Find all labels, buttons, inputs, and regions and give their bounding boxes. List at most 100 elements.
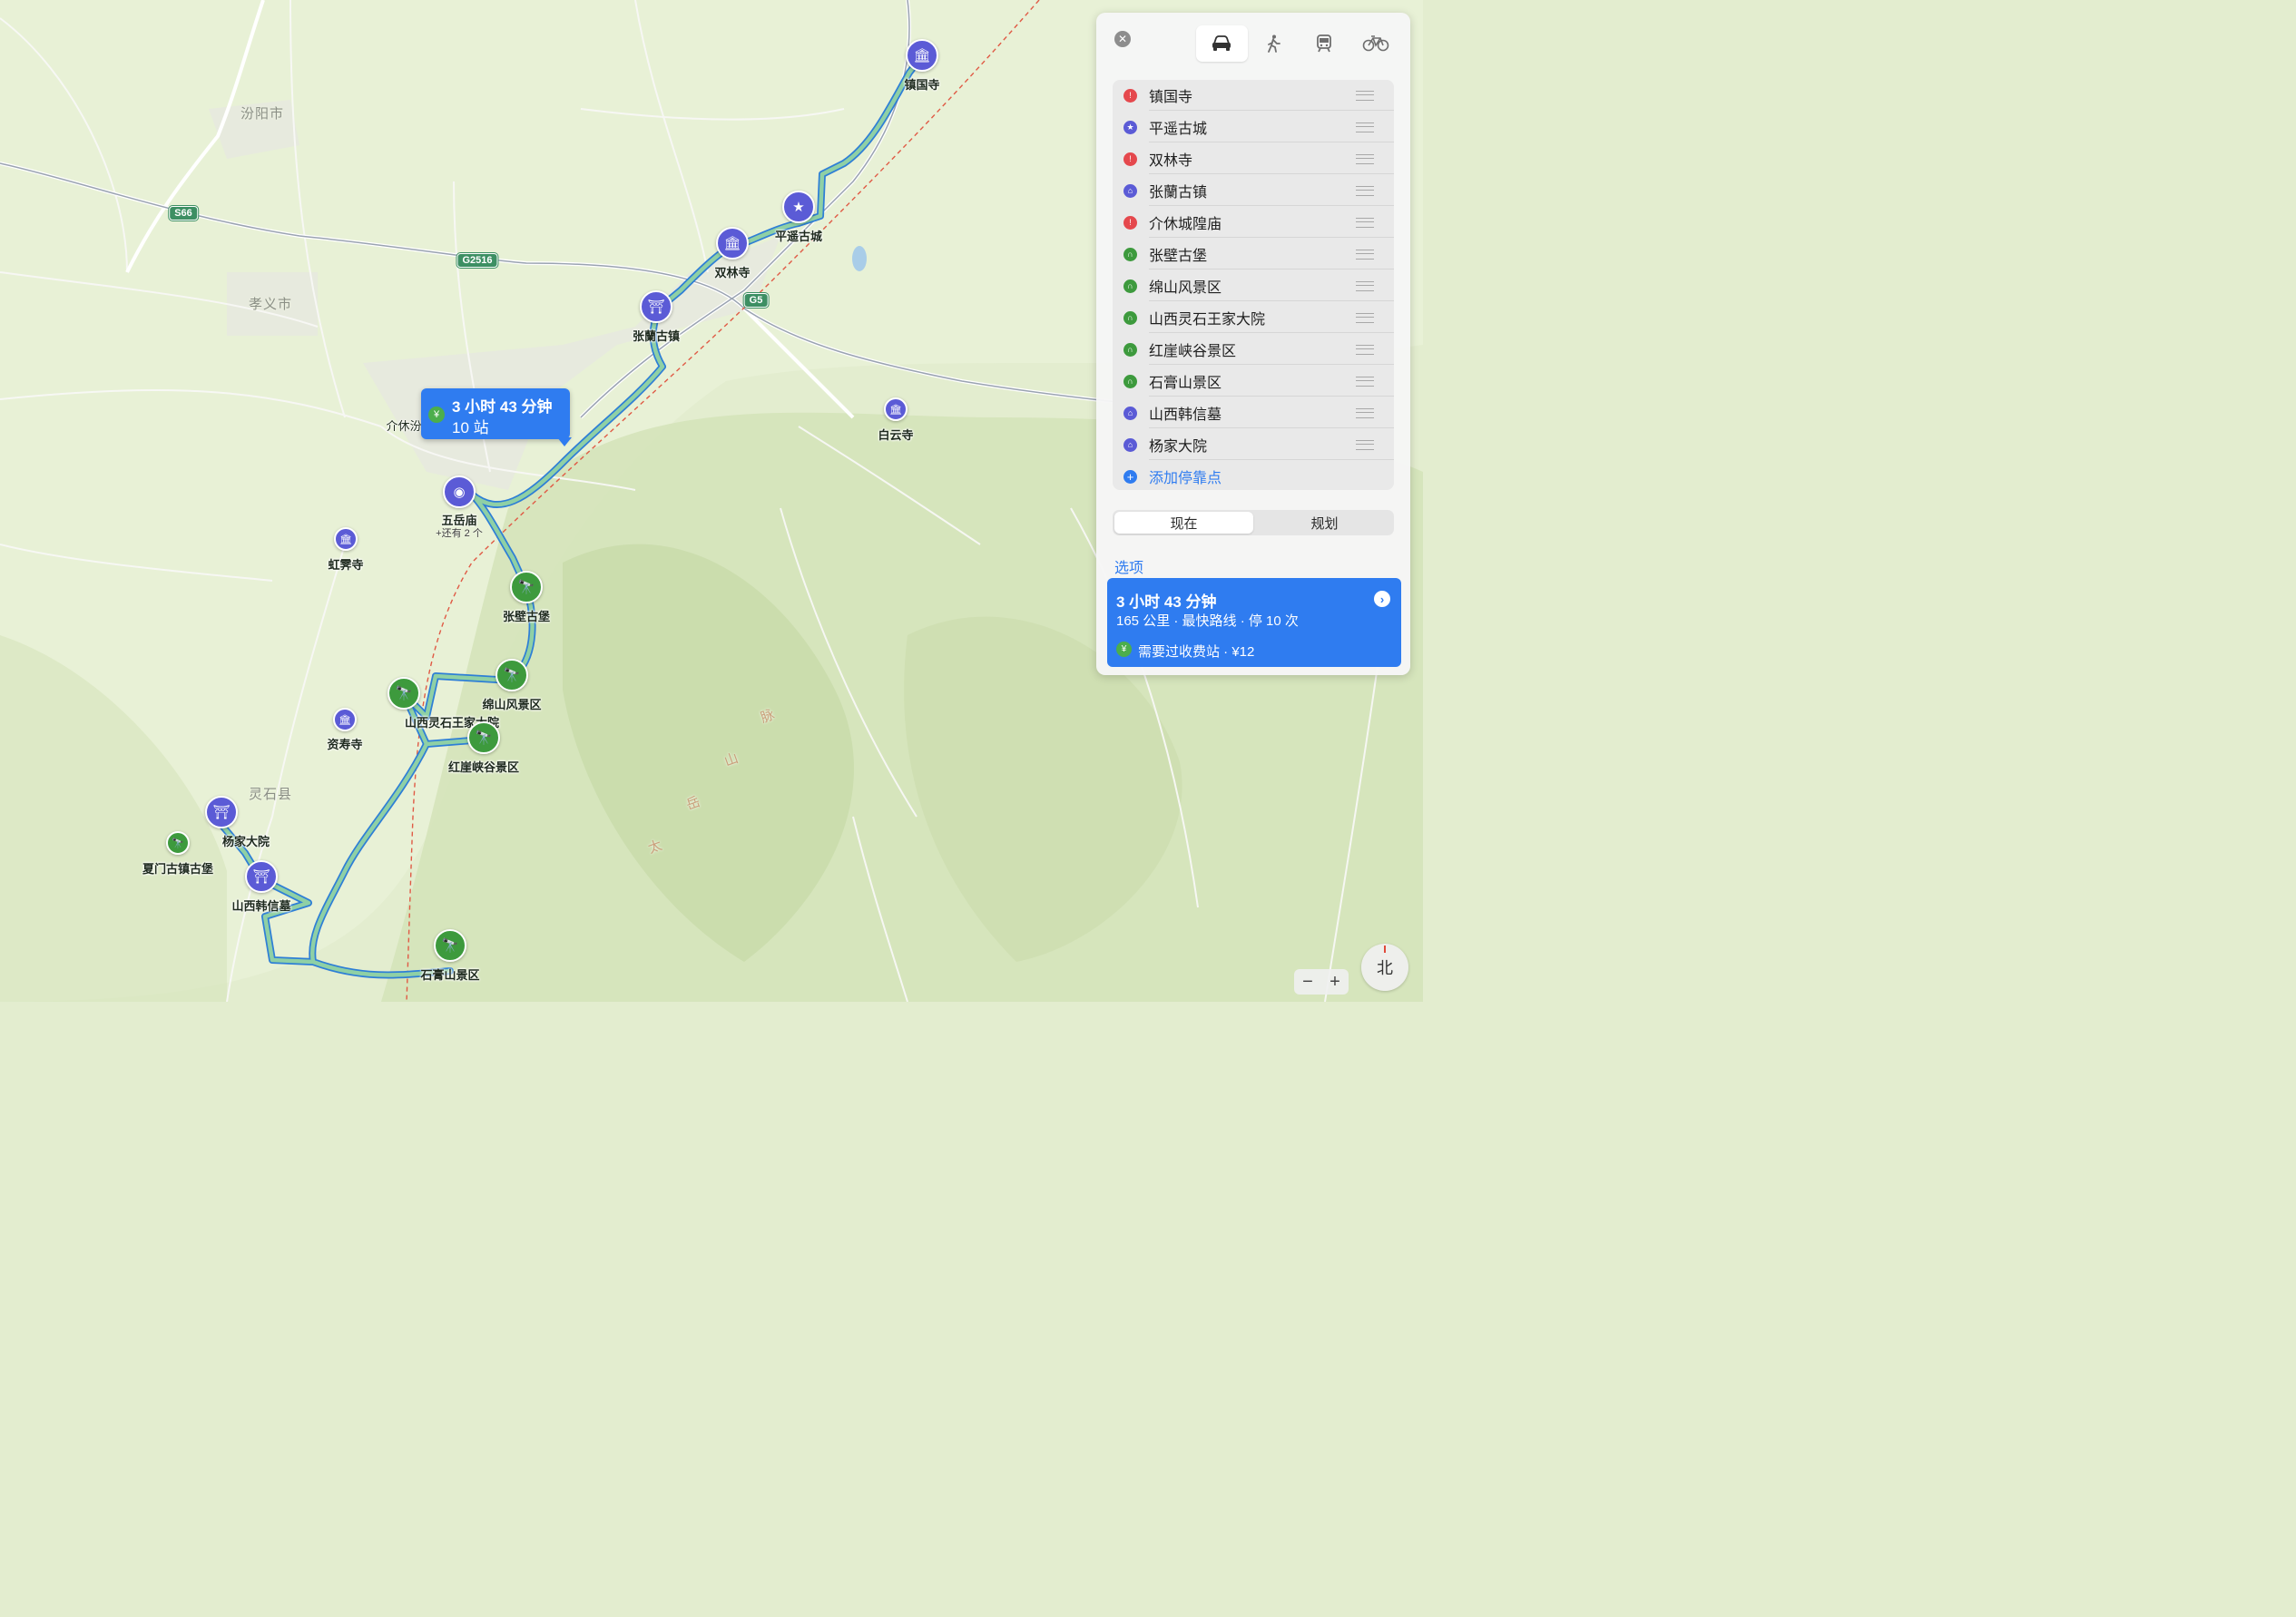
zoom-control: − + — [1294, 969, 1349, 995]
drag-handle-icon[interactable] — [1356, 153, 1374, 164]
chevron-right-icon[interactable]: › — [1374, 591, 1390, 607]
zoom-in-button[interactable]: + — [1321, 969, 1349, 995]
list-item[interactable]: ⌂ 张蘭古镇 — [1113, 175, 1394, 206]
pin-icon: ! — [1123, 152, 1137, 166]
place-label-hongya[interactable]: 红崖峡谷景区 — [448, 758, 519, 775]
list-item[interactable]: ∩ 石膏山景区 — [1113, 366, 1394, 397]
binoculars-icon: ∩ — [1123, 342, 1137, 357]
landmark-icon[interactable]: 🏛 — [884, 397, 908, 421]
stop-name: 张蘭古镇 — [1149, 185, 1208, 201]
stop-name: 介休城隍庙 — [1149, 217, 1222, 232]
tab-now[interactable]: 现在 — [1114, 512, 1253, 534]
bubble-tail — [557, 437, 572, 446]
list-item[interactable]: ! 双林寺 — [1113, 143, 1394, 174]
list-item[interactable]: ∩ 绵山风景区 — [1113, 270, 1394, 301]
divider — [1149, 300, 1394, 301]
drag-handle-icon[interactable] — [1356, 344, 1374, 355]
mode-drive-button[interactable] — [1196, 25, 1248, 62]
north-indicator — [1384, 946, 1386, 953]
place-label-zhenguosi[interactable]: 镇国寺 — [904, 75, 939, 93]
stop-name: 山西韩信墓 — [1149, 407, 1222, 423]
add-stop-button[interactable]: + 添加停靠点 — [1113, 461, 1394, 492]
pagoda-icon[interactable]: ⛩ — [245, 860, 278, 893]
binoculars-icon[interactable]: 🔭 — [388, 677, 420, 710]
binoculars-icon: ∩ — [1123, 247, 1137, 261]
list-item[interactable]: ! 镇国寺 — [1113, 80, 1394, 111]
drag-handle-icon[interactable] — [1356, 407, 1374, 418]
options-link[interactable]: 选项 — [1114, 555, 1143, 577]
list-item[interactable]: ★ 平遥古城 — [1113, 112, 1394, 142]
landmark-icon: ⌂ — [1123, 437, 1137, 452]
list-item[interactable]: ∩ 张壁古堡 — [1113, 239, 1394, 270]
star-icon[interactable]: ★ — [782, 191, 815, 223]
pagoda-icon[interactable]: ⛩ — [205, 796, 238, 828]
tab-plan[interactable]: 规划 — [1255, 510, 1394, 535]
place-label-zishousi[interactable]: 资寿寺 — [327, 735, 362, 752]
place-label-hongjisi[interactable]: 虹霁寺 — [328, 555, 363, 573]
landmark-icon[interactable]: 🏛 — [334, 527, 358, 551]
divider — [1149, 427, 1394, 428]
cluster-more-label[interactable]: +还有 2 个 — [436, 525, 483, 540]
place-label-hanxin[interactable]: 山西韩信墓 — [231, 897, 290, 914]
stops-list: ! 镇国寺 ★ 平遥古城 ! 双林寺 ⌂ 张蘭古镇 ! 介休城隍庙 ∩ 张壁古堡 — [1113, 80, 1394, 490]
place-label-mianshan[interactable]: 绵山风景区 — [482, 695, 541, 712]
list-item[interactable]: ! 介休城隍庙 — [1113, 207, 1394, 238]
place-label-baiyunsi[interactable]: 白云寺 — [878, 426, 913, 443]
drag-handle-icon[interactable] — [1356, 280, 1374, 291]
landmark-icon[interactable]: 🏛 — [906, 39, 938, 72]
drag-handle-icon[interactable] — [1356, 217, 1374, 228]
mode-walk-button[interactable] — [1248, 25, 1300, 62]
add-stop-label: 添加停靠点 — [1149, 471, 1222, 486]
list-item[interactable]: ∩ 山西灵石王家大院 — [1113, 302, 1394, 333]
drag-handle-icon[interactable] — [1356, 439, 1374, 450]
route-details: 165 公里 · 最快路线 · 停 10 次 — [1116, 613, 1299, 629]
list-item[interactable]: ∩ 红崖峡谷景区 — [1113, 334, 1394, 365]
pin-icon: ! — [1123, 88, 1137, 103]
divider — [1149, 110, 1394, 111]
place-label-shuanglinsi[interactable]: 双林寺 — [714, 263, 750, 280]
pagoda-icon[interactable]: ⛩ — [640, 290, 672, 323]
city-label: 灵石县 — [248, 787, 293, 802]
stop-name: 红崖峡谷景区 — [1149, 344, 1237, 359]
place-label-shigao[interactable]: 石膏山景区 — [420, 965, 479, 983]
place-label-yangjia[interactable]: 杨家大院 — [222, 832, 270, 849]
divider — [1149, 332, 1394, 333]
mode-transit-button[interactable] — [1299, 25, 1350, 62]
binoculars-icon[interactable]: 🔭 — [496, 659, 528, 691]
route-summary-bubble[interactable]: ¥ 3 小时 43 分钟 10 站 — [421, 388, 572, 446]
stop-name: 平遥古城 — [1149, 122, 1208, 137]
divider — [1149, 364, 1394, 365]
drag-handle-icon[interactable] — [1356, 185, 1374, 196]
landmark-icon[interactable]: 🏛 — [716, 227, 749, 260]
city-label: 汾阳市 — [240, 106, 285, 122]
binoculars-icon: ∩ — [1123, 374, 1137, 388]
binoculars-icon: ∩ — [1123, 310, 1137, 325]
compass-button[interactable]: 北 — [1361, 944, 1408, 991]
place-label-zhangbi[interactable]: 张壁古堡 — [503, 607, 550, 624]
drag-handle-icon[interactable] — [1356, 376, 1374, 387]
divider — [1149, 173, 1394, 174]
place-label-pingyao[interactable]: 平遥古城 — [775, 227, 822, 244]
zoom-out-button[interactable]: − — [1294, 969, 1321, 995]
drag-handle-icon[interactable] — [1356, 312, 1374, 323]
mode-bike-button[interactable] — [1350, 25, 1402, 62]
list-item[interactable]: ⌂ 杨家大院 — [1113, 429, 1394, 460]
cluster-icon[interactable]: ◉ — [443, 475, 476, 508]
landmark-icon: ⌂ — [1123, 406, 1137, 420]
binoculars-icon[interactable]: 🔭 — [467, 721, 500, 754]
route-card[interactable]: 3 小时 43 分钟 165 公里 · 最快路线 · 停 10 次 ¥ 需要过收… — [1107, 578, 1401, 667]
binoculars-icon[interactable]: 🔭 — [510, 571, 543, 603]
binoculars-icon[interactable]: 🔭 — [166, 831, 190, 855]
close-icon[interactable]: ✕ — [1114, 31, 1131, 47]
place-label-xiamen[interactable]: 夏门古镇古堡 — [142, 859, 213, 877]
list-item[interactable]: ⌂ 山西韩信墓 — [1113, 397, 1394, 428]
train-icon — [1317, 34, 1332, 53]
binoculars-icon[interactable]: 🔭 — [434, 929, 466, 962]
landmark-icon[interactable]: 🏛 — [333, 708, 357, 731]
stop-name: 张壁古堡 — [1149, 249, 1208, 264]
place-label-zhanglan[interactable]: 张蘭古镇 — [633, 327, 680, 344]
stop-name: 双林寺 — [1149, 153, 1193, 169]
drag-handle-icon[interactable] — [1356, 90, 1374, 101]
drag-handle-icon[interactable] — [1356, 122, 1374, 132]
drag-handle-icon[interactable] — [1356, 249, 1374, 260]
